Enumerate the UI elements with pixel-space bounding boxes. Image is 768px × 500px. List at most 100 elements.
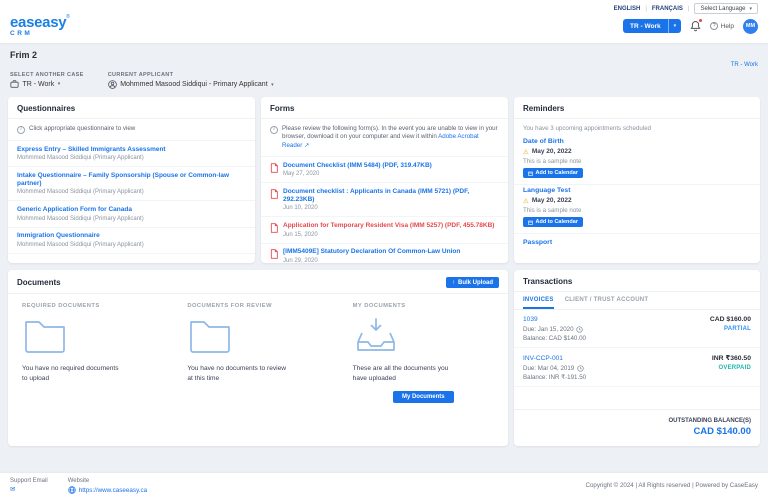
globe-icon: [67, 486, 76, 494]
invoice-status-badge: PARTIAL: [724, 325, 751, 332]
outstanding-balance-value: CAD $140.00: [693, 426, 751, 437]
warning-icon: ⚠: [523, 148, 529, 156]
reminder-title-link[interactable]: Language Test: [523, 187, 570, 194]
select-language-dropdown[interactable]: Select Language ▾: [694, 3, 758, 14]
reminders-subtitle: You have 3 upcoming appointments schedul…: [523, 125, 652, 132]
form-item[interactable]: Document checklist : Applicants in Canad…: [261, 183, 508, 218]
outstanding-balance-section: OUTSTANDING BALANCE(S) CAD $140.00: [514, 408, 760, 447]
form-item[interactable]: [IMM5409E] Statutory Declaration Of Comm…: [261, 244, 508, 263]
invoice-amount: CAD $160.00: [709, 316, 751, 323]
my-documents-button[interactable]: My Documents: [392, 391, 454, 404]
required-documents-header: REQUIRED DOCUMENTS: [22, 303, 100, 309]
tab-client-trust-account[interactable]: CLIENT / TRUST ACCOUNT: [565, 292, 649, 309]
invoice-number-link[interactable]: 1039: [523, 316, 538, 323]
questionnaires-panel: Questionnaires i Click appropriate quest…: [8, 97, 255, 263]
questionnaires-info-text: Click appropriate questionnaire to view: [29, 125, 136, 132]
form-item[interactable]: Document Checklist (IMM 5484) (PDF, 319.…: [261, 157, 508, 184]
case-select-row: SELECT ANOTHER CASE TR - Work ▾ CURRENT …: [0, 68, 768, 92]
transactions-tabs: INVOICES CLIENT / TRUST ACCOUNT: [514, 292, 760, 310]
applicant-select-dropdown[interactable]: Mohmmed Masood Siddiqui - Primary Applic…: [107, 80, 274, 89]
invoice-status-badge: OVERPAID: [718, 364, 751, 371]
form-title: [IMM5409E] Statutory Declaration Of Comm…: [283, 248, 461, 256]
language-english-link[interactable]: ENGLISH: [614, 6, 641, 12]
folder-icon: [22, 316, 163, 356]
folder-icon: [187, 316, 328, 356]
tab-invoices[interactable]: INVOICES: [523, 292, 554, 309]
questionnaire-item[interactable]: Express Entry – Skilled Immigrants Asses…: [8, 141, 255, 168]
questionnaire-item[interactable]: Intake Questionnaire – Family Sponsorshi…: [8, 167, 255, 202]
inbox-tray-icon: [353, 316, 494, 356]
pdf-file-icon: [270, 223, 278, 238]
questionnaires-title: Questionnaires: [17, 104, 76, 113]
registered-mark: ®: [66, 14, 70, 20]
case-select-dropdown[interactable]: TR - Work ▾: [10, 80, 84, 88]
invoice-due-date: Due: Mar 04, 2019: [523, 364, 575, 372]
notifications-bell-icon[interactable]: [690, 18, 704, 32]
website-link[interactable]: https://www.caseeasy.ca: [67, 486, 147, 494]
applicant-select-value: Mohmmed Masood Siddiqui - Primary Applic…: [120, 81, 268, 88]
documents-for-review-text: You have no documents to review at this …: [187, 365, 287, 382]
documents-title: Documents: [17, 278, 61, 287]
case-quick-switch-button[interactable]: TR - Work ▾: [623, 19, 682, 34]
questionnaire-title: Generic Application Form for Canada: [17, 205, 132, 213]
form-item[interactable]: Application for Temporary Resident Visa …: [261, 217, 508, 244]
form-title: Document checklist : Applicants in Canad…: [283, 187, 470, 203]
copyright-text: Copyright © 2024 | All Rights reserved |…: [585, 482, 758, 490]
reminder-date: May 20, 2022: [531, 148, 572, 155]
invoice-balance: Balance: CAD $140.00: [523, 335, 586, 342]
questionnaire-title: Intake Questionnaire – Family Sponsorshi…: [17, 171, 230, 187]
applicant-select-label: CURRENT APPLICANT: [107, 71, 174, 78]
bulk-upload-label: Bulk Upload: [457, 279, 493, 286]
reminder-note: This is a sample note: [523, 157, 582, 165]
bulk-upload-button[interactable]: ↑ Bulk Upload: [445, 277, 499, 288]
warning-icon: ⚠: [523, 197, 529, 205]
my-documents-text: These are all the documents you have upl…: [352, 365, 449, 382]
avatar[interactable]: MM: [743, 18, 758, 34]
page-head: Frim 2 TR - Work: [0, 43, 768, 68]
my-documents-header: MY DOCUMENTS: [352, 303, 406, 309]
language-francais-link[interactable]: FRANÇAIS: [652, 6, 683, 12]
questionnaire-title: Immigration Questionnaire: [17, 232, 100, 239]
invoice-number-link[interactable]: INV-CCP-001: [523, 355, 563, 362]
upload-icon: ↑: [451, 279, 455, 286]
email-icon: ✉: [10, 486, 16, 493]
separator: |: [645, 5, 647, 12]
briefcase-icon: [10, 80, 19, 88]
logo[interactable]: easeasy® CRM: [10, 15, 70, 38]
website-block: Website https://www.caseeasy.ca: [68, 478, 147, 495]
add-to-calendar-label: Add to Calendar: [535, 219, 578, 225]
required-documents-section: REQUIRED DOCUMENTS You have no required …: [10, 299, 175, 407]
info-icon: i: [17, 126, 25, 134]
reminder-note: This is a sample note: [523, 206, 582, 214]
clock-icon: [576, 325, 583, 333]
add-to-calendar-label: Add to Calendar: [535, 170, 578, 176]
language-bar: ENGLISH | FRANÇAIS | Select Language ▾: [10, 3, 758, 14]
support-email-link[interactable]: ✉: [10, 486, 48, 493]
questionnaire-item[interactable]: Immigration Questionnaire Mohmmed Masood…: [8, 228, 255, 254]
reminder-title-link[interactable]: Passport: [523, 239, 552, 246]
calendar-icon: [528, 171, 533, 176]
help-label: Help: [720, 22, 734, 30]
questionnaire-item[interactable]: Generic Application Form for Canada Mohm…: [8, 201, 255, 228]
website-label: Website: [67, 477, 90, 484]
add-to-calendar-button[interactable]: Add to Calendar: [523, 168, 583, 178]
help-button[interactable]: ? Help: [710, 22, 734, 31]
form-date: Jun 15, 2020: [283, 231, 318, 238]
reminder-item: Passport: [514, 234, 760, 252]
info-icon: i: [270, 126, 278, 134]
invoice-row: INV-CCP-001 INR ₹360.50 Due: Mar 04, 201…: [514, 348, 760, 387]
form-title: Document Checklist (IMM 5484) (PDF, 319.…: [283, 161, 432, 169]
breadcrumb-case-link[interactable]: TR - Work: [731, 62, 758, 68]
support-email-label: Support Email: [10, 477, 48, 484]
questionnaire-applicant: Mohmmed Masood Siddiqui (Primary Applica…: [17, 155, 144, 162]
person-icon: [107, 80, 117, 89]
chevron-down-icon: ▾: [749, 5, 752, 12]
form-date: Jun 10, 2020: [283, 205, 318, 212]
add-to-calendar-button[interactable]: Add to Calendar: [523, 217, 583, 227]
logo-wordmark: easeasy: [10, 14, 67, 31]
reminder-title-link[interactable]: Date of Birth: [523, 138, 564, 145]
case-select: SELECT ANOTHER CASE TR - Work ▾: [10, 72, 84, 89]
pdf-file-icon: [270, 162, 278, 178]
invoice-due-row: Due: Mar 04, 2019: [523, 365, 584, 372]
documents-for-review-section: DOCUMENTS FOR REVIEW You have no documen…: [175, 299, 340, 407]
